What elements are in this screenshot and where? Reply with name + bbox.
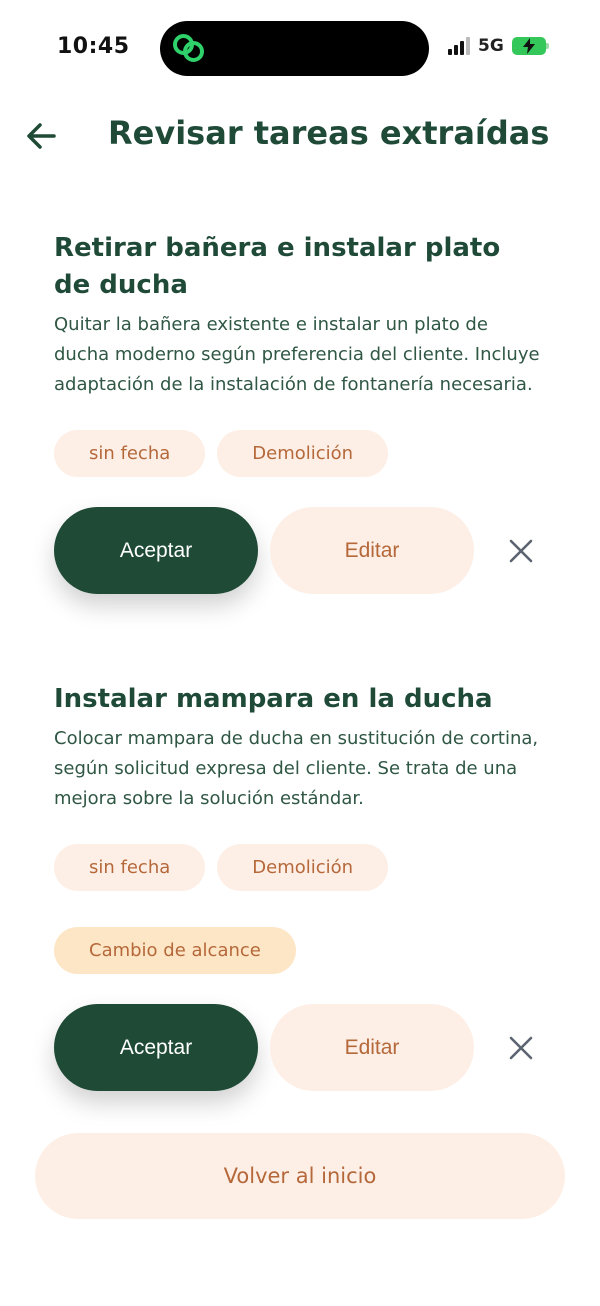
status-indicators: 5G [448,36,549,56]
network-label: 5G [478,36,504,56]
task-description: Colocar mampara de ducha en sustitución … [54,728,539,809]
signal-icon [448,37,470,55]
accept-button[interactable]: Aceptar [54,507,258,594]
task-chips-scope: Cambio de alcance [54,927,554,974]
edit-button[interactable]: Editar [270,1004,474,1091]
task-card: Instalar mampara en la ducha Colocar mam… [54,681,554,1091]
task-actions: Aceptar Editar [54,507,554,594]
task-actions: Aceptar Editar [54,1004,554,1091]
task-chips: sin fecha Demolición [54,844,554,891]
date-chip: sin fecha [54,844,206,891]
category-chip: Demolición [217,844,389,891]
accept-button[interactable]: Aceptar [54,1004,258,1091]
task-description: Quitar la bañera existente e instalar un… [54,314,540,395]
reject-button[interactable] [496,1023,546,1073]
home-button[interactable]: Volver al inicio [35,1133,565,1219]
date-chip: sin fecha [54,430,206,477]
category-chip: Demolición [217,430,389,477]
task-card: Retirar bañera e instalar plato de ducha… [54,230,554,594]
page-title: Revisar tareas extraídas [108,114,550,152]
battery-charging-icon [511,37,549,55]
edit-button[interactable]: Editar [270,507,474,594]
dynamic-island [160,21,429,76]
status-time: 10:45 [57,34,130,59]
task-title: Instalar mampara en la ducha [54,684,493,714]
close-icon [509,1036,533,1059]
scope-change-chip: Cambio de alcance [54,927,296,974]
task-chips: sin fecha Demolición [54,430,554,477]
back-arrow-icon[interactable] [22,116,62,156]
app-link-icon [173,34,204,62]
reject-button[interactable] [496,526,546,576]
status-bar: 10:45 5G [0,0,600,100]
close-icon [509,539,533,562]
task-title: Retirar bañera e instalar plato de ducha [54,233,501,300]
